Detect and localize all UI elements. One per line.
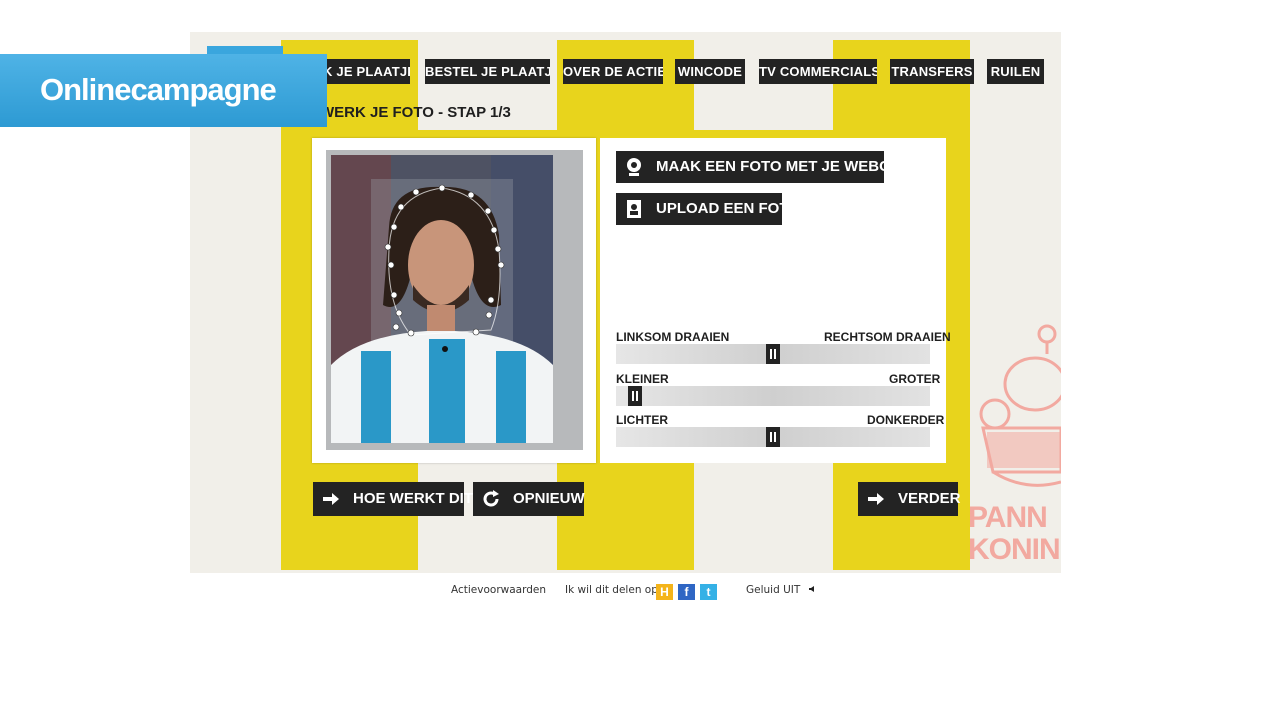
next-label: VERDER [898, 490, 961, 507]
sound-toggle-label: Geluid UIT [746, 584, 801, 596]
brightness-slider[interactable] [616, 427, 930, 447]
webcam-photo-button[interactable]: MAAK EEN FOTO MET JE WEBCAM [616, 151, 913, 183]
uploaded-photo[interactable] [331, 155, 553, 443]
rotate-left-label: LINKSOM DRAAIEN [616, 330, 730, 344]
brightness-darker-label: DONKERDER [867, 413, 945, 427]
crown-icon [979, 324, 1061, 487]
brand-wordmark: PANN KONIN [968, 501, 1061, 566]
photo-frame [312, 138, 596, 463]
size-slider-thumb[interactable] [628, 386, 642, 406]
size-smaller-label: KLEINER [616, 372, 669, 386]
rotate-slider-thumb[interactable] [766, 344, 780, 364]
size-slider[interactable] [616, 386, 930, 406]
sound-toggle[interactable]: Geluid UIT [746, 584, 816, 596]
hyves-icon[interactable]: H [656, 584, 673, 600]
speaker-icon [808, 586, 814, 592]
campaign-banner: Onlinecampagne [0, 54, 327, 127]
nav-item-bestel-je-plaatje[interactable]: BESTEL JE PLAATJE [425, 59, 550, 84]
how-it-works-button[interactable]: HOE WERKT DIT [313, 482, 473, 516]
nav-item-maak-je-plaatje[interactable]: K JE PLAATJE [323, 59, 410, 84]
user-portrait-icon [627, 200, 641, 218]
arrow-right-icon [323, 493, 339, 505]
brightness-lighter-label: LICHTER [616, 413, 668, 427]
page-title: EWERK JE FOTO - STAP 1/3 [310, 104, 511, 121]
nav-item-wincode[interactable]: WINCODE [675, 59, 745, 84]
nav-item-over-de-actie[interactable]: OVER DE ACTIE [563, 59, 663, 84]
brand-line-1: PANN [968, 501, 1048, 534]
upload-photo-button[interactable]: UPLOAD EEN FOTO [616, 193, 800, 225]
footer: Actievoorwaarden Ik wil dit delen op: H … [0, 584, 1281, 600]
reset-label: OPNIEUW [513, 490, 585, 507]
refresh-icon [483, 490, 499, 507]
next-button[interactable]: VERDER [858, 482, 961, 516]
upload-photo-label: UPLOAD EEN FOTO [656, 200, 800, 217]
webcam-icon [627, 158, 641, 176]
yellow-crossbar [281, 130, 970, 138]
share-label: Ik wil dit delen op: [565, 584, 662, 596]
yellow-rightbar [946, 130, 970, 463]
campaign-label: Onlinecampagne [40, 72, 277, 107]
webcam-photo-label: MAAK EEN FOTO MET JE WEBCAM [656, 158, 914, 175]
size-bigger-label: GROTER [889, 372, 941, 386]
brightness-slider-thumb[interactable] [766, 427, 780, 447]
brand-line-2: KONIN [968, 533, 1061, 566]
twitter-icon[interactable]: t [700, 584, 717, 600]
rotate-right-label: RECHTSOM DRAAIEN [824, 330, 951, 344]
facebook-icon[interactable]: f [678, 584, 695, 600]
photo-canvas[interactable] [326, 150, 583, 450]
face-outline-handles[interactable] [331, 155, 553, 443]
nav-item-tv-commercials[interactable]: TV COMMERCIALS [759, 59, 877, 84]
terms-link[interactable]: Actievoorwaarden [451, 584, 546, 596]
rotate-slider[interactable] [616, 344, 930, 364]
arrow-right-icon [868, 493, 884, 505]
reset-button[interactable]: OPNIEUW [473, 482, 585, 516]
nav-item-transfers[interactable]: TRANSFERS [890, 59, 974, 84]
nav-item-ruilen[interactable]: RUILEN [987, 59, 1044, 84]
how-it-works-label: HOE WERKT DIT [353, 490, 473, 507]
